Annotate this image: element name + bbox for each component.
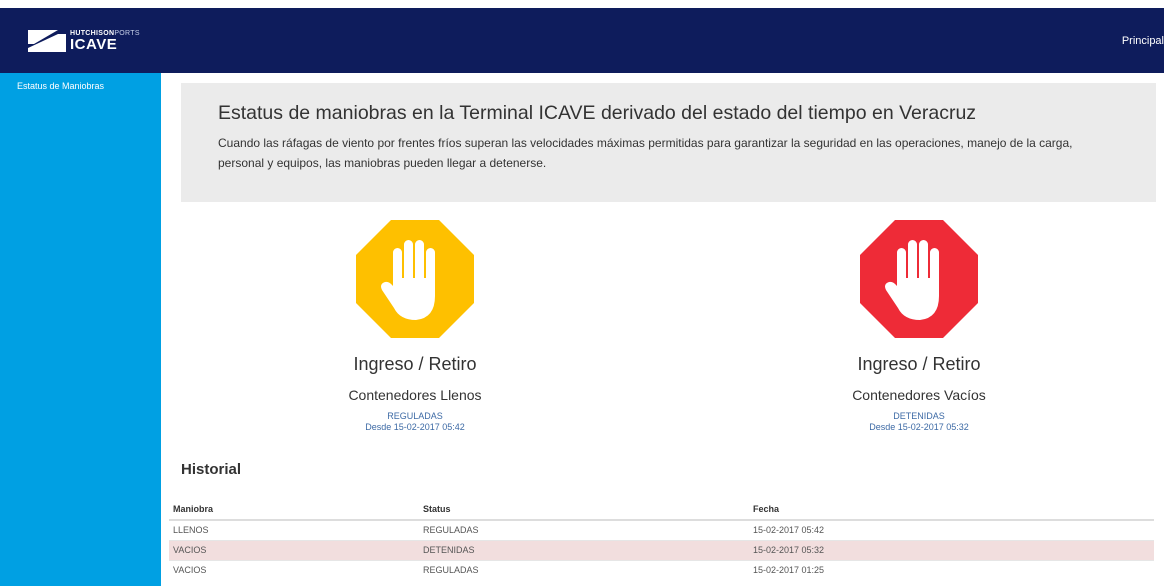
- status-label: REGULADAS: [387, 411, 443, 421]
- historial-table: Maniobra Status Fecha LLENOS REGULADAS 1…: [169, 498, 1154, 580]
- status-card-llenos: Ingreso / Retiro Contenedores Llenos REG…: [315, 220, 515, 432]
- stop-hand-icon: [356, 220, 474, 338]
- nav-principal-link[interactable]: Principal: [1122, 35, 1164, 47]
- column-header-fecha: Fecha: [749, 498, 1154, 521]
- brand-top-light: PORTS: [114, 29, 140, 37]
- card-subtitle: Contenedores Llenos: [348, 387, 482, 403]
- card-title: Ingreso / Retiro: [857, 354, 981, 374]
- column-header-maniobra: Maniobra: [169, 498, 419, 521]
- info-banner: Estatus de maniobras en la Terminal ICAV…: [181, 83, 1156, 202]
- table-header-row: Maniobra Status Fecha: [169, 498, 1154, 521]
- status-card-vacios: Ingreso / Retiro Contenedores Vacíos DET…: [819, 220, 1019, 432]
- status-since: Desde 15-02-2017 05:42: [365, 422, 465, 432]
- cell-status: REGULADAS: [419, 519, 749, 540]
- hutchison-logo-icon: [28, 29, 66, 52]
- brand-main: ICAVE: [70, 35, 118, 53]
- cell-fecha: 15-02-2017 05:42: [749, 519, 1154, 540]
- cell-maniobra: VACIOS: [169, 539, 419, 560]
- status-since: Desde 15-02-2017 05:32: [869, 422, 969, 432]
- table-row: LLENOS REGULADAS 15-02-2017 05:42: [169, 519, 1154, 540]
- cell-maniobra: VACIOS: [169, 559, 419, 580]
- stop-hand-icon: [860, 220, 978, 338]
- page-title: Estatus de maniobras en la Terminal ICAV…: [218, 102, 977, 124]
- card-subtitle: Contenedores Vacíos: [852, 387, 986, 403]
- column-header-status: Status: [419, 498, 749, 521]
- sidebar: Estatus de Maniobras: [0, 73, 161, 586]
- historial-heading: Historial: [181, 461, 242, 478]
- card-title: Ingreso / Retiro: [353, 354, 477, 374]
- cell-fecha: 15-02-2017 05:32: [749, 539, 1154, 560]
- cell-maniobra: LLENOS: [169, 519, 419, 540]
- table-row: VACIOS DETENIDAS 15-02-2017 05:32: [169, 539, 1154, 560]
- cell-fecha: 15-02-2017 01:25: [749, 559, 1154, 580]
- top-navbar: HUTCHISONPORTS ICAVE Principal: [0, 8, 1164, 73]
- cell-status: DETENIDAS: [419, 539, 749, 560]
- table-row: VACIOS REGULADAS 15-02-2017 01:25: [169, 559, 1154, 580]
- cell-status: REGULADAS: [419, 559, 749, 580]
- sidebar-item-estatus-maniobras[interactable]: Estatus de Maniobras: [0, 73, 161, 91]
- banner-description: Cuando las ráfagas de viento por frentes…: [218, 136, 1073, 170]
- brand-logo[interactable]: HUTCHISONPORTS ICAVE: [28, 29, 140, 53]
- status-label: DETENIDAS: [893, 411, 945, 421]
